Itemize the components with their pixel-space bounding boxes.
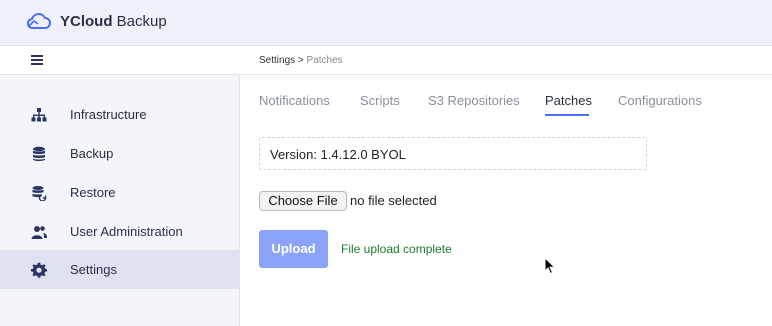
sidebar-item-user-administration[interactable]: User Administration [0,212,239,251]
mouse-pointer-icon [544,257,556,275]
sidebar-item-label: Restore [70,185,116,200]
top-bar: YCloud Backup [0,0,772,46]
database-restore-icon [32,186,47,201]
sidebar-item-label: Infrastructure [70,107,147,122]
tab-notifications[interactable]: Notifications [259,93,330,108]
sitemap-icon [31,108,47,122]
version-text: Version: 1.4.12.0 BYOL [270,147,406,162]
database-icon [33,146,45,161]
upload-button[interactable]: Upload [259,230,328,268]
tab-patches[interactable]: Patches [545,93,592,108]
sidebar-item-infrastructure[interactable]: Infrastructure [0,95,239,134]
sidebar-item-label: Backup [70,146,114,161]
sidebar: Infrastructure Backup Restore User Admin… [0,75,240,326]
gear-icon [31,262,47,278]
sub-bar: Settings > Patches [0,46,772,75]
brand-name-bold: YCloud [60,13,113,30]
sidebar-item-label: Settings [70,262,117,277]
breadcrumb-current: Patches [306,55,343,66]
tab-scripts[interactable]: Scripts [360,93,400,108]
users-icon [31,226,47,239]
sidebar-item-label: User Administration [70,224,183,239]
choose-file-button[interactable]: Choose File [259,191,347,211]
hamburger-menu-icon[interactable] [31,55,43,65]
brand-name: YCloud Backup [60,13,167,30]
tab-configurations[interactable]: Configurations [618,93,702,108]
sidebar-item-settings[interactable]: Settings [0,250,239,289]
upload-status-message: File upload complete [341,242,452,256]
file-status-text: no file selected [350,193,437,208]
cloud-logo-icon [26,13,51,29]
breadcrumb-parent[interactable]: Settings [259,55,295,66]
breadcrumb-separator: > [295,55,307,66]
version-box: Version: 1.4.12.0 BYOL [259,137,647,170]
active-tab-indicator [545,114,589,116]
sidebar-item-backup[interactable]: Backup [0,134,239,173]
sidebar-item-restore[interactable]: Restore [0,173,239,212]
tab-s3-repositories[interactable]: S3 Repositories [428,93,520,108]
brand-name-light: Backup [112,13,167,30]
breadcrumb: Settings > Patches [259,55,343,66]
